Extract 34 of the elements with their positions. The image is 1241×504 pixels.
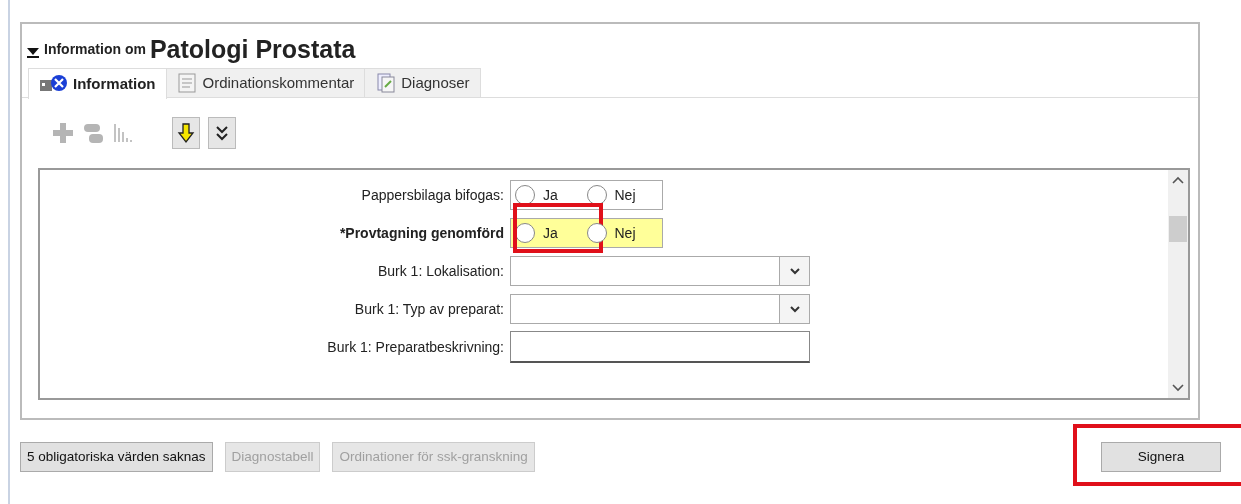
radio-button[interactable]: [515, 223, 535, 243]
chevron-down-icon: [789, 305, 800, 313]
panel-title: Patologi Prostata: [149, 37, 356, 62]
field-label: Burk 1: Lokalisation:: [376, 261, 505, 281]
toolbar-button[interactable]: [172, 117, 200, 149]
toolbar-button[interactable]: [208, 117, 236, 149]
info-icon: [39, 74, 67, 94]
field-label: Pappersbilaga bifogas:: [360, 185, 505, 205]
action-button[interactable]: 5 obligatoriska värden saknas: [20, 442, 213, 472]
field-label: *Provtagning genomförd: [338, 223, 505, 243]
scroll-down-icon[interactable]: [1172, 384, 1184, 392]
radio-option[interactable]: Nej: [586, 184, 658, 206]
comment-icon: [176, 73, 197, 93]
tab[interactable]: Ordinationskommentar: [165, 68, 366, 97]
sign-button[interactable]: Signera: [1101, 442, 1221, 472]
vertical-scrollbar[interactable]: [1168, 170, 1188, 398]
option-label: Ja: [543, 223, 558, 243]
radio-button[interactable]: [586, 185, 607, 205]
tab[interactable]: Information: [28, 68, 167, 99]
scroll-up-icon[interactable]: [1172, 176, 1184, 184]
text-field[interactable]: [510, 331, 810, 363]
chevron-down-icon: [789, 267, 800, 275]
radio-option[interactable]: Ja: [515, 184, 587, 206]
down-arrow-icon[interactable]: [175, 122, 197, 144]
scrollbar-thumb[interactable]: [1169, 216, 1187, 242]
radio-button[interactable]: [515, 185, 535, 205]
radio-button[interactable]: [586, 223, 607, 243]
radio-option[interactable]: Nej: [586, 222, 658, 244]
tab[interactable]: Diagnoser: [364, 68, 481, 97]
collapse-triangle-icon[interactable]: [26, 46, 40, 58]
field-label: Burk 1: Typ av preparat:: [353, 299, 505, 319]
diagnosis-icon: [375, 73, 396, 93]
field-label: Burk 1: Preparatbeskrivning:: [326, 337, 505, 357]
header-label: Information om: [44, 40, 146, 59]
